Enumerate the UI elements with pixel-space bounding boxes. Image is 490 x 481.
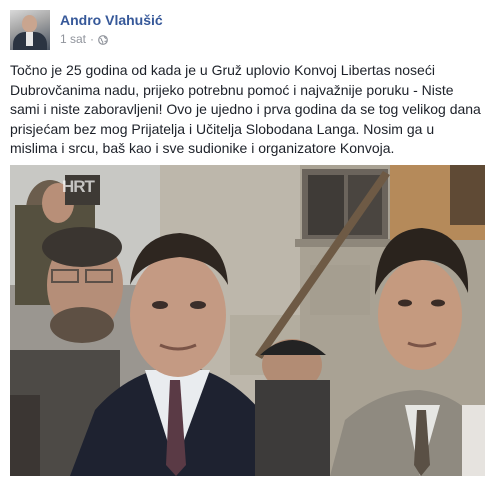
hrt-watermark: HRT — [62, 177, 95, 196]
author-name-link[interactable]: Andro Vlahušić — [60, 12, 163, 28]
post-meta: 1 sat · — [60, 32, 108, 46]
globe-icon[interactable] — [98, 34, 108, 45]
facebook-post: Andro Vlahušić 1 sat · Točno je 25 godin… — [0, 0, 490, 481]
meta-separator: · — [90, 32, 95, 46]
author-avatar[interactable] — [10, 10, 50, 50]
post-text: Točno je 25 godina od kada je u Gruž upl… — [10, 62, 481, 156]
post-photo[interactable]: HRT — [10, 165, 485, 476]
post-timestamp[interactable]: 1 sat — [60, 32, 86, 46]
